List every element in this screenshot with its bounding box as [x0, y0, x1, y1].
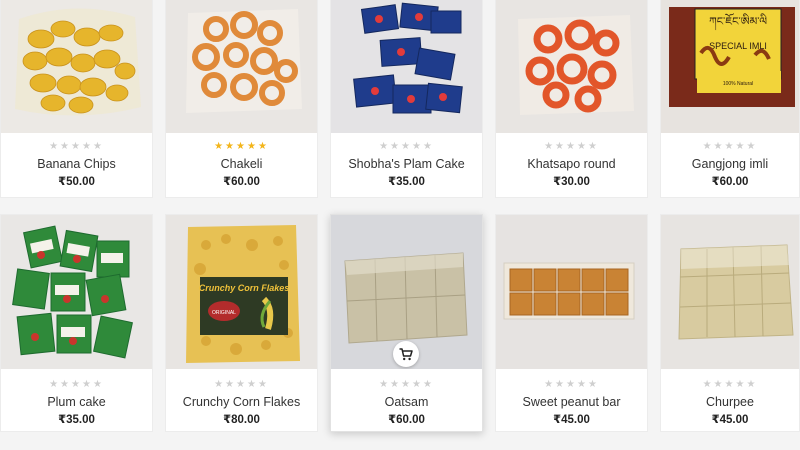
product-image-crunchy-corn-flakes[interactable]: Crunchy Corn Flakes ORIGINAL [166, 215, 317, 369]
product-price: ₹60.00 [388, 414, 425, 426]
product-card-sweet-peanut-bar[interactable]: ★★★★★ Sweet peanut bar ₹45.00 [495, 214, 648, 432]
product-image-shobhas-plam-cake[interactable] [331, 0, 482, 133]
product-image-banana-chips[interactable] [1, 0, 152, 133]
product-image-churpee[interactable] [661, 215, 799, 369]
rating-stars: ★★★★★ [544, 141, 599, 152]
rating-stars: ★★★★★ [49, 141, 104, 152]
gangjong-label: SPECIAL IMLI [709, 41, 767, 51]
rating-stars: ★★★★★ [379, 379, 434, 390]
product-card-plum-cake[interactable]: ★★★★★ Plum cake ₹35.00 [0, 214, 153, 432]
gangjong-small: 100% Natural [723, 81, 753, 87]
product-image-gangjong-imli[interactable]: ཀང་ཇོང་ཨིམ་ལི SPECIAL IMLI 100% Natural [661, 0, 799, 133]
rating-stars: ★★★★★ [544, 379, 599, 390]
product-grid: ★★★★★ Banana Chips ₹50.00 ★★★★★ Chakeli … [0, 0, 800, 450]
product-card-banana-chips[interactable]: ★★★★★ Banana Chips ₹50.00 [0, 0, 153, 198]
product-card-oatsam[interactable]: ★★★★★ Oatsam ₹60.00 [330, 214, 483, 432]
product-name[interactable]: Khatsapo round [496, 157, 647, 171]
product-image-chakeli[interactable] [166, 0, 317, 133]
product-name[interactable]: Shobha's Plam Cake [331, 157, 482, 171]
rating-stars: ★★★★★ [702, 379, 758, 390]
product-name[interactable]: Oatsam [331, 395, 482, 409]
product-card-crunchy-corn-flakes[interactable]: Crunchy Corn Flakes ORIGINAL ★★★★★ Crunc… [165, 214, 318, 432]
product-image-khatsapo-round[interactable] [496, 0, 647, 133]
product-name[interactable]: Sweet peanut bar [496, 395, 647, 409]
product-price: ₹30.00 [553, 176, 590, 188]
rating-stars: ★★★★★ [702, 141, 758, 152]
product-price: ₹45.00 [711, 414, 749, 426]
add-to-cart-button[interactable] [393, 341, 419, 367]
product-card-churpee[interactable]: ★★★★★ Churpee ₹45.00 [660, 214, 800, 432]
product-card-shobhas-plam-cake[interactable]: ★★★★★ Shobha's Plam Cake ₹35.00 [330, 0, 483, 198]
rating-stars: ★★★★★ [214, 141, 269, 152]
product-name[interactable]: Plum cake [1, 395, 152, 409]
product-price: ₹35.00 [388, 176, 425, 188]
rating-stars: ★★★★★ [379, 141, 434, 152]
product-image-sweet-peanut-bar[interactable] [496, 215, 647, 369]
product-name[interactable]: Banana Chips [1, 157, 152, 171]
cornflakes-badge: ORIGINAL [212, 310, 236, 316]
rating-stars: ★★★★★ [214, 379, 269, 390]
cornflakes-label: Crunchy Corn Flakes [199, 283, 290, 293]
product-price: ₹50.00 [58, 176, 95, 188]
shopping-cart-icon [399, 347, 413, 361]
product-image-oatsam[interactable] [331, 215, 482, 369]
product-name[interactable]: Crunchy Corn Flakes [166, 395, 317, 409]
product-card-gangjong-imli[interactable]: ཀང་ཇོང་ཨིམ་ལི SPECIAL IMLI 100% Natural … [660, 0, 800, 198]
product-card-chakeli[interactable]: ★★★★★ Chakeli ₹60.00 [165, 0, 318, 198]
product-name[interactable]: Churpee [661, 395, 799, 409]
product-price: ₹35.00 [58, 414, 95, 426]
product-name[interactable]: Chakeli [166, 157, 317, 171]
product-price: ₹60.00 [223, 176, 260, 188]
product-price: ₹60.00 [711, 176, 749, 188]
product-price: ₹45.00 [553, 414, 590, 426]
rating-stars: ★★★★★ [49, 379, 104, 390]
product-name[interactable]: Gangjong imli [661, 157, 799, 171]
product-image-plum-cake[interactable] [1, 215, 152, 369]
product-price: ₹80.00 [223, 414, 260, 426]
product-card-khatsapo-round[interactable]: ★★★★★ Khatsapo round ₹30.00 [495, 0, 648, 198]
